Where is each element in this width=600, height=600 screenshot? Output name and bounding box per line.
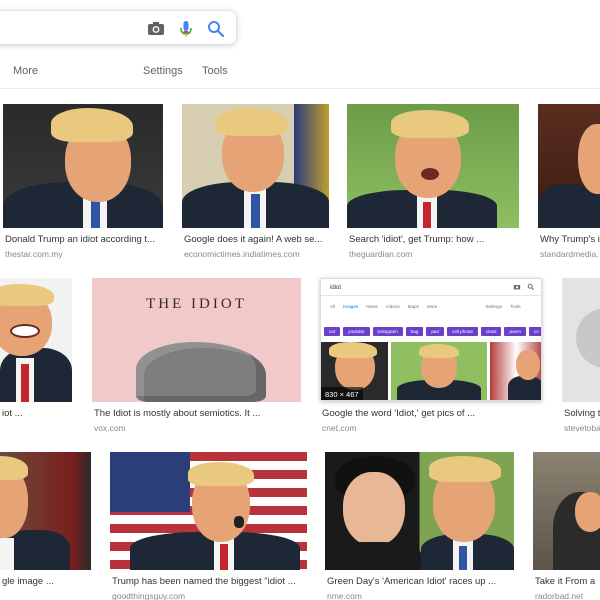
result-thumbnail[interactable] (347, 104, 519, 228)
result-thumbnail[interactable] (0, 452, 91, 570)
result-caption: Trump has been named the biggest "idiot … (112, 576, 296, 587)
rock-image (136, 342, 266, 402)
result-source: standardmedia. (540, 249, 599, 259)
result-source: vox.com (94, 423, 126, 433)
nav-settings[interactable]: Settings (143, 65, 183, 77)
image-result[interactable]: Solving t stevetoba (562, 278, 600, 434)
result-source: thestar.com.my (5, 249, 63, 259)
image-result[interactable]: Google does it again! A web se... econom… (182, 104, 329, 260)
image-result[interactable]: gle image ... (0, 452, 91, 600)
result-thumbnail[interactable] (110, 452, 307, 570)
result-source: stevetoba (564, 423, 600, 433)
header-divider (0, 88, 600, 89)
result-thumbnail[interactable] (325, 452, 514, 570)
image-result[interactable]: Search 'idiot', get Trump: how ... thegu… (347, 104, 519, 260)
result-caption: Search 'idiot', get Trump: how ... (349, 234, 485, 245)
search-icon[interactable] (206, 19, 226, 39)
result-source: radorbad.net (535, 591, 584, 600)
image-dimensions: 830 × 467 (321, 387, 363, 400)
camera-icon (513, 285, 521, 290)
nav-more[interactable]: More (13, 65, 38, 77)
book-title: THE IDIOT (146, 296, 247, 312)
search-box[interactable] (0, 10, 237, 45)
result-thumbnail[interactable] (0, 278, 72, 402)
result-caption: gle image ... (2, 576, 54, 587)
result-thumbnail[interactable]: idiot All Images News Videos Maps More Setting… (320, 278, 542, 401)
result-thumbnail[interactable] (538, 104, 600, 228)
image-result[interactable]: Donald Trump an idiot according t... the… (3, 104, 163, 260)
result-caption: Donald Trump an idiot according t... (5, 234, 155, 245)
result-thumbnail[interactable] (3, 104, 163, 228)
result-caption: Solving t (564, 408, 600, 419)
result-source: goodthingsguy.com (112, 591, 186, 600)
result-source: nme.com (327, 591, 362, 600)
result-source: economictimes.indiatimes.com (184, 249, 300, 259)
image-result[interactable]: Trump has been named the biggest "idiot … (110, 452, 307, 600)
result-caption: Take it From a (535, 576, 596, 587)
nav-tools[interactable]: Tools (202, 65, 228, 77)
image-result[interactable]: idiot All Images News Videos Maps More Setting… (320, 278, 542, 434)
camera-icon[interactable] (146, 19, 166, 39)
result-caption: iot ... (2, 408, 23, 419)
image-result[interactable]: iot ... (0, 278, 72, 434)
result-thumbnail[interactable] (562, 278, 600, 402)
result-thumbnail[interactable]: THE IDIOT (92, 278, 301, 402)
image-result[interactable]: Why Trump's i standardmedia. (538, 104, 600, 260)
result-source: theguardian.com (349, 249, 413, 259)
image-result[interactable]: Take it From a radorbad.net (533, 452, 600, 600)
mini-tabs: All Images News Videos Maps More Settings Tools (330, 304, 521, 309)
image-result[interactable]: THE IDIOT The Idiot is mostly about semi… (92, 278, 301, 434)
result-caption: The Idiot is mostly about semiotics. It … (94, 408, 261, 419)
microphone-icon[interactable] (176, 19, 196, 39)
mini-search-query: idiot (330, 285, 342, 291)
result-caption: Why Trump's i (540, 234, 600, 245)
image-result[interactable]: Green Day's 'American Idiot' races up ..… (325, 452, 514, 600)
search-icon (527, 283, 535, 291)
result-caption: Google does it again! A web se... (184, 234, 323, 245)
result-thumbnail[interactable] (533, 452, 600, 570)
result-caption: Google the word 'Idiot,' get pics of ... (322, 408, 476, 419)
mini-related-chips: cat youtube instagram bag pari cell phone clas… (321, 320, 541, 338)
result-caption: Green Day's 'American Idiot' races up ..… (327, 576, 497, 587)
result-source: cnet.com (322, 423, 357, 433)
result-thumbnail[interactable] (182, 104, 329, 228)
